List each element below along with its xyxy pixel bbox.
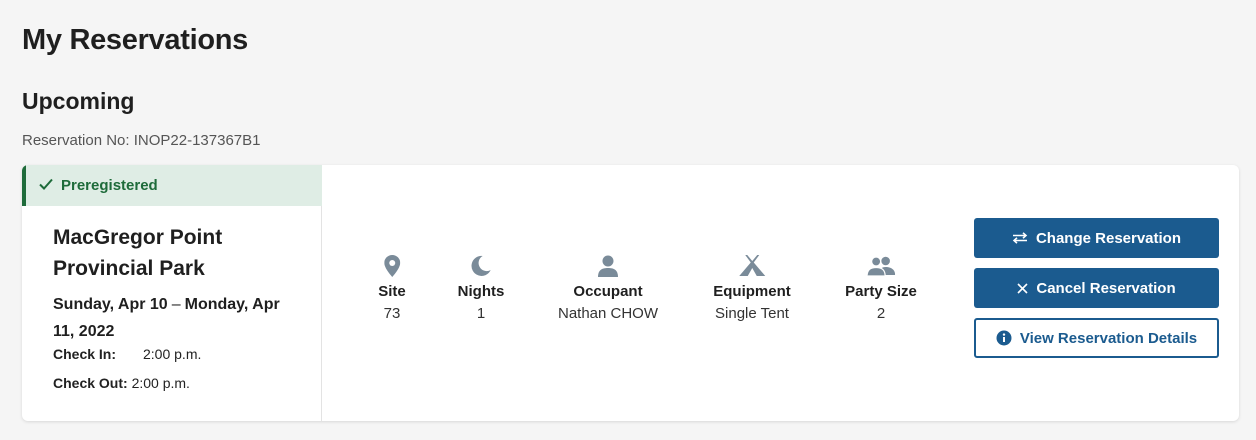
- stat-occupant: Occupant Nathan CHOW: [558, 253, 658, 322]
- status-label: Preregistered: [61, 177, 158, 194]
- check-out-time: 2:00 p.m.: [131, 375, 190, 391]
- reservation-dates: Sunday, Apr 10– Monday, Apr 11, 2022: [53, 291, 303, 345]
- check-out-row: Check Out: 2:00 p.m.: [53, 375, 190, 391]
- stat-nights-value: 1: [476, 305, 486, 322]
- info-icon: [996, 330, 1012, 346]
- reservation-summary-panel: Preregistered MacGregor Point Provincial…: [22, 165, 322, 421]
- view-reservation-details-button[interactable]: View Reservation Details: [974, 318, 1219, 358]
- person-icon: [558, 253, 658, 279]
- stat-party-size-label: Party Size: [845, 283, 917, 300]
- stat-equipment: Equipment Single Tent: [713, 253, 791, 322]
- stat-nights: Nights 1: [457, 253, 505, 322]
- status-badge: Preregistered: [22, 165, 322, 206]
- check-in-label: Check In:: [53, 346, 117, 362]
- reservation-card: Preregistered MacGregor Point Provincial…: [22, 165, 1239, 421]
- date-separator: –: [171, 296, 181, 313]
- map-pin-icon: [378, 253, 406, 279]
- stat-party-size-value: 2: [876, 305, 886, 322]
- change-reservation-button[interactable]: Change Reservation: [974, 218, 1219, 258]
- cancel-reservation-label: Cancel Reservation: [1036, 279, 1176, 297]
- section-title-upcoming: Upcoming: [22, 88, 135, 114]
- moon-icon: [458, 253, 505, 279]
- group-icon: [845, 253, 917, 279]
- tent-icon: [713, 253, 791, 279]
- page-title: My Reservations: [22, 24, 248, 56]
- start-date: Sunday, Apr 10: [53, 296, 168, 313]
- check-out-label: Check Out:: [53, 375, 128, 391]
- stat-site: Site 73: [378, 253, 406, 322]
- stat-nights-label: Nights: [457, 283, 505, 300]
- park-name: MacGregor Point Provincial Park: [53, 226, 223, 280]
- checkmark-icon: [39, 177, 53, 194]
- stat-party-size: Party Size 2: [845, 253, 917, 322]
- stat-occupant-label: Occupant: [573, 283, 643, 300]
- cancel-reservation-button[interactable]: Cancel Reservation: [974, 268, 1219, 308]
- stat-site-label: Site: [378, 283, 406, 300]
- close-icon: [1017, 282, 1028, 294]
- stat-occupant-value: Nathan CHOW: [557, 305, 659, 322]
- check-in-row: Check In: 2:00 p.m.: [53, 346, 201, 362]
- reservation-number: Reservation No: INOP22-137367B1: [22, 132, 261, 149]
- check-in-time: 2:00 p.m.: [143, 346, 202, 362]
- stat-equipment-label: Equipment: [713, 283, 791, 300]
- stat-site-value: 73: [383, 305, 401, 322]
- change-reservation-label: Change Reservation: [1035, 229, 1182, 247]
- view-reservation-details-label: View Reservation Details: [1019, 329, 1198, 347]
- stat-equipment-value: Single Tent: [715, 305, 789, 322]
- swap-arrows-icon: [1012, 232, 1028, 244]
